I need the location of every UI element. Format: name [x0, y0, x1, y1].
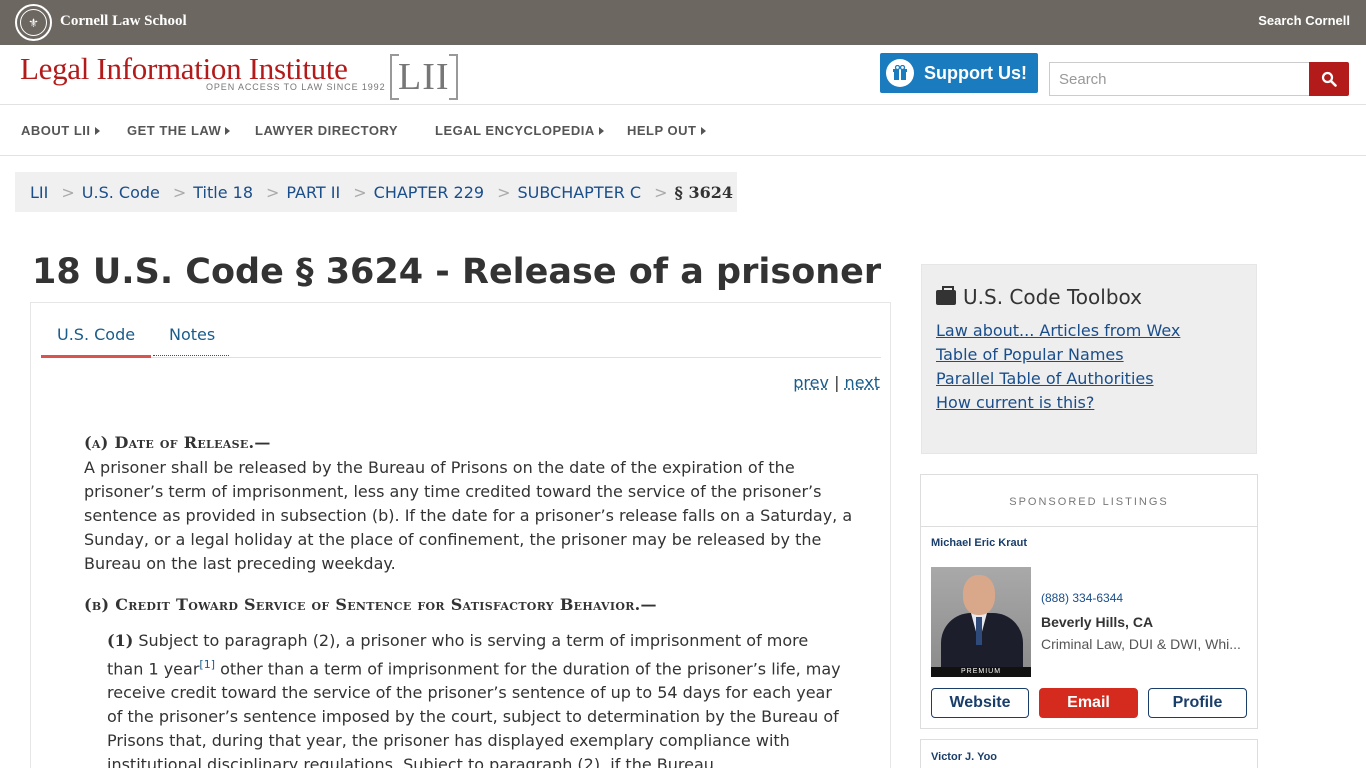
search-icon	[1321, 71, 1337, 87]
lawyer-name-link[interactable]: Michael Eric Kraut	[931, 537, 1027, 549]
toolbox-link-wex[interactable]: Law about... Articles from Wex	[936, 319, 1180, 343]
breadcrumb-title-18[interactable]: Title 18	[193, 183, 253, 202]
breadcrumb-lii[interactable]: LII	[30, 183, 48, 202]
toolbox-title: U.S. Code Toolbox	[936, 285, 1142, 309]
caret-right-icon	[701, 127, 706, 135]
cornell-seal-icon[interactable]: ⚜	[15, 4, 52, 41]
website-button[interactable]: Website	[931, 688, 1029, 718]
page-title: 18 U.S. Code § 3624 - Release of a priso…	[32, 252, 881, 292]
main-nav: ABOUT LII GET THE LAW LAWYER DIRECTORY L…	[0, 105, 1366, 156]
breadcrumb-separator: >	[173, 183, 186, 202]
lawyer-city: Beverly Hills, CA	[1041, 614, 1153, 630]
caret-right-icon	[95, 127, 100, 135]
breadcrumb-current: § 3624	[675, 183, 733, 202]
paragraph-b1: (1) Subject to paragraph (2), a prisoner…	[107, 629, 847, 768]
section-a: (a) Date of Release.— A prisoner shall b…	[84, 433, 854, 576]
nav-legal-encyclopedia[interactable]: LEGAL ENCYCLOPEDIA	[435, 123, 604, 138]
prev-link[interactable]: prev	[793, 373, 829, 392]
toolbox-link-parallel-table[interactable]: Parallel Table of Authorities	[936, 367, 1180, 391]
sponsored-listings: SPONSORED LISTINGS Michael Eric Kraut PR…	[920, 474, 1258, 729]
breadcrumb-subchapter-c[interactable]: SUBCHAPTER C	[517, 183, 641, 202]
lawyer-photo[interactable]: PREMIUM	[931, 567, 1031, 677]
active-tab-indicator	[41, 355, 151, 358]
support-us-button[interactable]: Support Us!	[880, 53, 1038, 93]
search-submit-button[interactable]	[1309, 62, 1349, 96]
section-a-heading: (a) Date of Release.—	[84, 433, 854, 452]
us-code-toolbox: U.S. Code Toolbox Law about... Articles …	[921, 264, 1257, 454]
tab-notes[interactable]: Notes	[169, 325, 215, 344]
nav-lawyer-directory[interactable]: LAWYER DIRECTORY	[255, 123, 398, 138]
nav-help-out[interactable]: HELP OUT	[627, 123, 706, 138]
section-b: (b) Credit Toward Service of Sentence fo…	[84, 595, 854, 614]
caret-right-icon	[225, 127, 230, 135]
nav-get-the-law[interactable]: GET THE LAW	[127, 123, 230, 138]
main-content-panel: U.S. Code Notes prev | next (a) Date of …	[30, 302, 891, 768]
sponsored-listing-2: Victor J. Yoo	[920, 739, 1258, 768]
breadcrumb-separator: >	[353, 183, 366, 202]
paragraph-b1-number: (1)	[107, 631, 133, 650]
pager: prev | next	[793, 373, 880, 392]
content-tabs: U.S. Code Notes	[41, 303, 881, 358]
tab-us-code[interactable]: U.S. Code	[57, 325, 135, 344]
toolbox-link-how-current[interactable]: How current is this?	[936, 391, 1180, 415]
breadcrumb-separator: >	[654, 183, 667, 202]
next-link[interactable]: next	[845, 373, 880, 392]
search-cornell-link[interactable]: Search Cornell	[1258, 13, 1350, 28]
lii-logo-mark[interactable]: LII	[398, 55, 450, 99]
toolbox-links: Law about... Articles from Wex Table of …	[936, 319, 1180, 415]
breadcrumb-separator: >	[61, 183, 74, 202]
toolbox-link-popular-names[interactable]: Table of Popular Names	[936, 343, 1180, 367]
lawyer-practice-areas: Criminal Law, DUI & DWI, Whi...	[1041, 636, 1241, 652]
support-us-label: Support Us!	[924, 63, 1027, 84]
nav-about-lii[interactable]: ABOUT LII	[21, 123, 100, 138]
pager-separator: |	[834, 373, 839, 392]
lawyer-name-link[interactable]: Victor J. Yoo	[931, 751, 997, 763]
site-tagline: OPEN ACCESS TO LAW SINCE 1992	[206, 82, 386, 92]
profile-button[interactable]: Profile	[1148, 688, 1247, 718]
breadcrumb-separator: >	[266, 183, 279, 202]
premium-badge: PREMIUM	[931, 667, 1031, 677]
tab-notes-underline	[153, 355, 229, 356]
caret-right-icon	[599, 127, 604, 135]
section-b-heading: (b) Credit Toward Service of Sentence fo…	[84, 595, 854, 614]
email-button[interactable]: Email	[1039, 688, 1138, 718]
breadcrumb-part-ii[interactable]: PART II	[286, 183, 340, 202]
breadcrumb: LII > U.S. Code > Title 18 > PART II > C…	[15, 172, 737, 212]
gift-icon	[886, 59, 914, 87]
cornell-law-school-link[interactable]: Cornell Law School	[60, 13, 187, 30]
lawyer-phone[interactable]: (888) 334-6344	[1041, 591, 1123, 605]
section-a-text: A prisoner shall be released by the Bure…	[84, 456, 854, 576]
paragraph-b1-text-rest: other than a term of imprisonment for th…	[107, 659, 841, 768]
footnote-1-link[interactable]: [1]	[199, 658, 215, 671]
briefcase-icon	[936, 290, 956, 305]
cornell-top-bar: ⚜ Cornell Law School Search Cornell	[0, 0, 1366, 45]
breadcrumb-chapter-229[interactable]: CHAPTER 229	[374, 183, 484, 202]
breadcrumb-us-code[interactable]: U.S. Code	[82, 183, 160, 202]
breadcrumb-separator: >	[497, 183, 510, 202]
sponsored-heading: SPONSORED LISTINGS	[921, 475, 1257, 527]
site-search-input[interactable]: Search	[1049, 62, 1310, 96]
